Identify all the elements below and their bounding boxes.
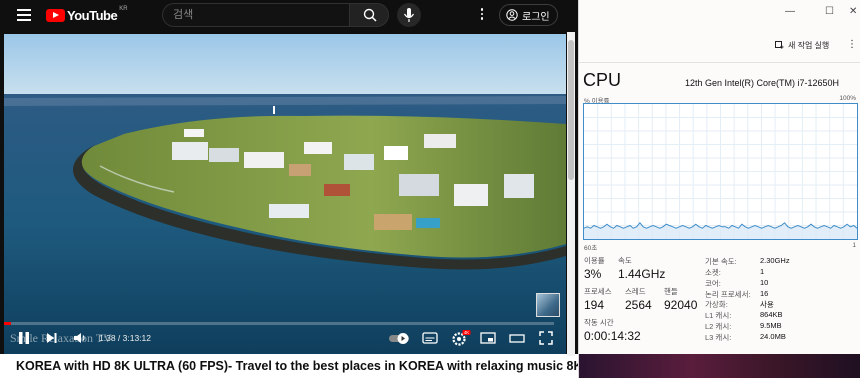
autoplay-toggle[interactable] bbox=[389, 332, 411, 344]
spec-label: L3 캐시: bbox=[705, 333, 732, 342]
youtube-wordmark: YouTube bbox=[67, 7, 118, 23]
uptime-label: 작동 시간 bbox=[584, 318, 614, 327]
cpu-utilization-graph bbox=[583, 103, 858, 240]
fullscreen-icon[interactable] bbox=[538, 330, 554, 346]
toolbar-divider bbox=[579, 62, 860, 63]
youtube-play-logo-icon bbox=[46, 8, 65, 22]
speed-label: 속도 bbox=[618, 256, 632, 265]
next-icon[interactable] bbox=[45, 330, 59, 346]
graph-axis-min-label: 1 bbox=[852, 242, 856, 249]
spec-value: 864KB bbox=[760, 310, 783, 319]
player-controls: 1:38 / 3:13:12 4K bbox=[0, 329, 566, 349]
threads-value: 2564 bbox=[625, 298, 652, 312]
spec-value: 24.0MB bbox=[760, 332, 786, 341]
spec-value: 2.30GHz bbox=[760, 256, 790, 265]
maximize-button[interactable]: ☐ bbox=[825, 6, 834, 17]
settings-quality-badge: 4K bbox=[464, 330, 469, 335]
subtitles-icon[interactable] bbox=[422, 331, 438, 345]
run-new-task-label: 새 작업 실행 bbox=[788, 41, 830, 50]
settings-icon[interactable]: 4K bbox=[451, 329, 471, 347]
video-title-area: KOREA with HD 8K ULTRA (60 FPS)- Travel … bbox=[0, 354, 578, 378]
video-progress-bar[interactable] bbox=[4, 322, 554, 325]
video-frame bbox=[4, 34, 566, 354]
time-display: 1:38 / 3:13:12 bbox=[99, 333, 151, 343]
video-title[interactable]: KOREA with HD 8K ULTRA (60 FPS)- Travel … bbox=[16, 359, 578, 373]
utilization-value: 3% bbox=[584, 267, 602, 281]
handles-value: 92040 bbox=[664, 298, 698, 312]
spec-value: 사용 bbox=[760, 300, 774, 309]
handles-label: 핸들 bbox=[664, 287, 678, 296]
miniplayer-icon[interactable] bbox=[480, 331, 496, 345]
spec-label: 기본 속도: bbox=[705, 257, 737, 266]
close-button[interactable]: ✕ bbox=[849, 6, 857, 17]
login-button[interactable]: 로그인 bbox=[499, 4, 558, 26]
spec-value: 9.5MB bbox=[760, 321, 782, 330]
youtube-header: YouTube KR 검색 로그인 bbox=[0, 0, 578, 31]
more-options-icon[interactable]: ⋮ bbox=[847, 39, 857, 50]
region-code: KR bbox=[119, 6, 128, 12]
desktop-wallpaper-strip bbox=[579, 354, 860, 378]
spec-value: 10 bbox=[760, 278, 769, 287]
search-input[interactable]: 검색 bbox=[162, 3, 349, 27]
hamburger-icon[interactable] bbox=[17, 9, 31, 21]
spec-label: 소켓: bbox=[705, 268, 721, 277]
page-scrollbar[interactable] bbox=[567, 32, 575, 356]
utilization-label: 이용률 bbox=[584, 256, 605, 265]
desktop: YouTube KR 검색 로그인 Smile Relaxation TV 1:… bbox=[0, 0, 860, 378]
run-new-task-button[interactable]: 새 작업 실행 bbox=[775, 40, 829, 51]
search-icon bbox=[363, 8, 377, 22]
youtube-logo[interactable]: YouTube KR bbox=[46, 6, 128, 23]
spec-label: 가상화: bbox=[705, 300, 728, 309]
graph-time-axis-label: 60초 bbox=[584, 245, 598, 252]
spec-value: 1 bbox=[760, 267, 765, 276]
spec-label: L2 캐시: bbox=[705, 322, 732, 331]
new-task-icon bbox=[775, 41, 784, 49]
scrollbar-thumb[interactable] bbox=[568, 40, 574, 180]
utilization-max-label: 100% bbox=[839, 95, 856, 102]
more-vert-icon[interactable] bbox=[476, 8, 488, 22]
minimize-button[interactable]: — bbox=[785, 6, 795, 17]
volume-icon[interactable] bbox=[72, 330, 88, 346]
cpu-heading: CPU bbox=[583, 70, 622, 90]
video-progress-fill bbox=[4, 322, 11, 325]
spec-value: 16 bbox=[760, 289, 769, 298]
spec-label: 코어: bbox=[705, 279, 721, 288]
speed-value: 1.44GHz bbox=[618, 267, 666, 281]
spec-label: L1 캐시: bbox=[705, 311, 732, 320]
account-icon bbox=[506, 9, 518, 21]
pause-icon[interactable] bbox=[17, 330, 31, 346]
threads-label: 스레드 bbox=[625, 287, 646, 296]
search-button[interactable] bbox=[349, 3, 389, 27]
video-player[interactable]: Smile Relaxation TV bbox=[4, 34, 566, 354]
cpu-model: 12th Gen Intel(R) Core(TM) i7-12650H bbox=[685, 78, 840, 88]
uptime-value: 0:00:14:32 bbox=[584, 329, 641, 343]
processes-value: 194 bbox=[584, 298, 605, 312]
youtube-window: YouTube KR 검색 로그인 Smile Relaxation TV 1:… bbox=[0, 0, 578, 378]
task-manager-window: — ☐ ✕ 새 작업 실행 ⋮ CPU 12th Gen Intel(R) Co… bbox=[578, 0, 860, 378]
cpu-graph-canvas bbox=[583, 104, 858, 239]
login-label: 로그인 bbox=[522, 11, 550, 23]
voice-search-button[interactable] bbox=[397, 3, 421, 27]
channel-branding-badge[interactable] bbox=[536, 293, 560, 317]
mic-icon bbox=[403, 8, 415, 22]
processes-label: 프로세스 bbox=[584, 287, 612, 296]
theater-icon[interactable] bbox=[509, 331, 525, 345]
